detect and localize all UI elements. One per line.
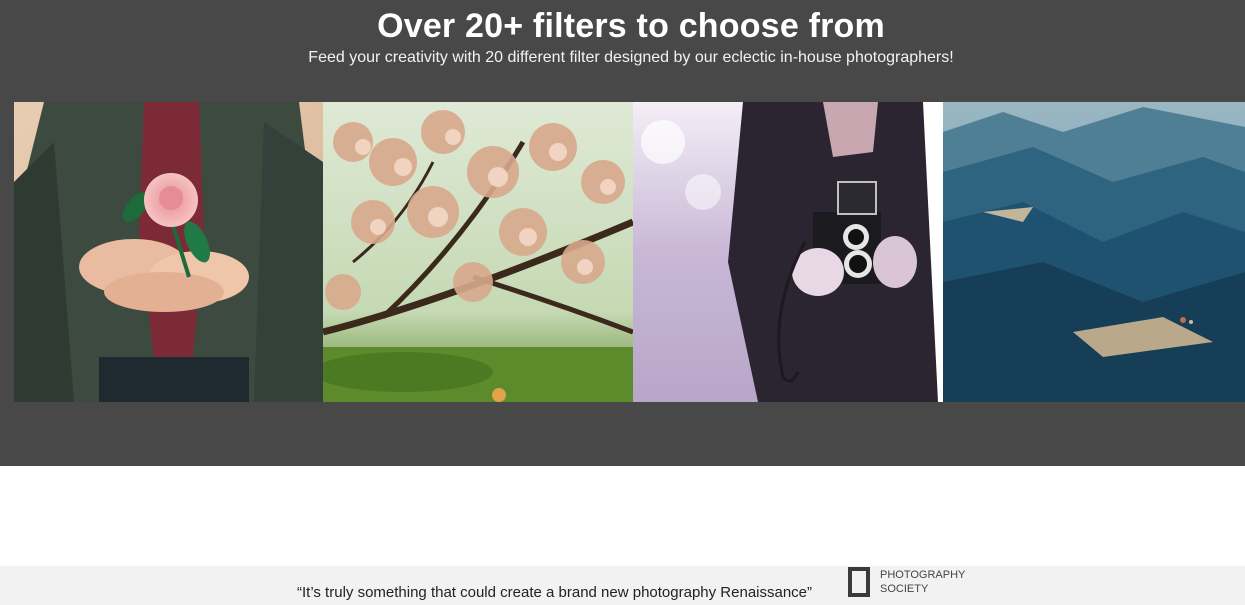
source-line-1: PHOTOGRAPHY <box>880 569 966 581</box>
filters-subtitle: Feed your creativity with 20 different f… <box>308 49 954 66</box>
testimonial-bar: “It’s truly something that could create … <box>0 566 1245 605</box>
photo-blossom-tree <box>323 102 633 402</box>
photo-man-with-camera <box>633 102 943 402</box>
testimonial-source: PHOTOGRAPHY SOCIETY <box>880 568 980 596</box>
filters-section: Over 20+ filters to choose from Feed you… <box>0 0 1245 466</box>
source-line-2: SOCIETY <box>880 583 929 595</box>
page: Over 20+ filters to choose from Feed you… <box>0 0 1245 605</box>
testimonial-quote: “It’s truly something that could create … <box>297 584 813 601</box>
section-spacer <box>0 466 1245 566</box>
photo-mountain-valley <box>943 102 1245 402</box>
photo-rose-in-hands <box>14 102 323 402</box>
filters-title: Over 20+ filters to choose from <box>377 7 885 45</box>
filter-gallery <box>14 102 1245 402</box>
photography-society-logo-icon <box>848 567 870 597</box>
